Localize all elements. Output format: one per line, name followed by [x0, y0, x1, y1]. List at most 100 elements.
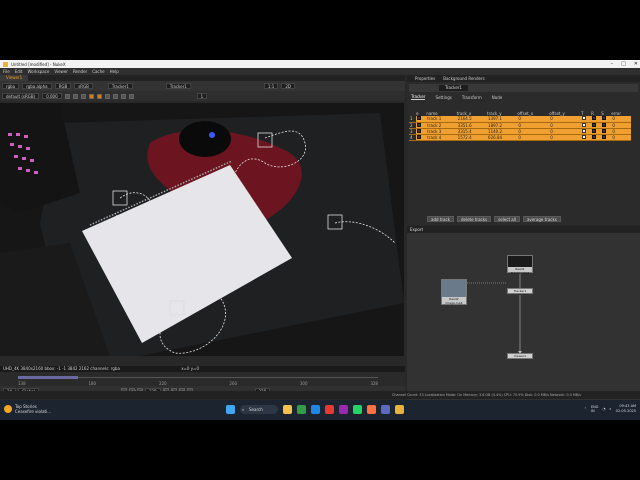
table-row[interactable]: 4 track 4 1572.4 626.84 0 0 0	[409, 134, 631, 141]
viewer1-node[interactable]: Viewer1	[507, 353, 533, 359]
rotate-checkbox[interactable]	[591, 134, 602, 141]
close-button[interactable]: ✕	[634, 61, 638, 67]
clock[interactable]: 09:43 AM 02-05-2025	[616, 404, 636, 414]
tab-node[interactable]: Node	[492, 95, 502, 100]
menu-bar: File Edit Workspace Viewer Render Cache …	[0, 68, 640, 75]
browser-icon[interactable]	[297, 405, 306, 414]
add-track-button[interactable]: add track	[427, 216, 454, 222]
offset-y[interactable]: 0	[549, 134, 581, 141]
track-forward-button[interactable]	[88, 93, 94, 99]
nuke-taskbar-icon[interactable]	[395, 405, 404, 414]
enable-checkbox[interactable]	[416, 134, 427, 141]
view-mode-dropdown[interactable]: 2D	[281, 83, 295, 89]
properties-panel: Properties Background Renders Tracker1 T…	[407, 75, 640, 225]
minimize-button[interactable]: –	[611, 61, 614, 67]
windows-start-icon[interactable]	[226, 405, 235, 414]
whatsapp-icon[interactable]	[353, 405, 362, 414]
taskbar-apps: Search	[226, 405, 404, 414]
read1-node[interactable]: Read1 Tracker.mp4	[507, 255, 533, 275]
toggle-button[interactable]	[112, 93, 118, 99]
toggle-button[interactable]	[128, 93, 134, 99]
toggle-button[interactable]	[120, 93, 126, 99]
chrome-icon[interactable]	[325, 405, 334, 414]
windows-taskbar: Top Stories Ceasefire violati... Search …	[0, 400, 640, 420]
node-name-field[interactable]: Tracker1	[439, 85, 468, 91]
taskbar-search[interactable]: Search	[240, 405, 278, 414]
node-label: Viewer1	[513, 354, 527, 358]
tracks-table: e name track_x track_y offset_x offset_y…	[409, 110, 631, 141]
toggle-button[interactable]	[64, 93, 70, 99]
app-icon[interactable]	[339, 405, 348, 414]
news-widget[interactable]: Top Stories Ceasefire violati...	[4, 404, 51, 414]
tracker1-node[interactable]: Tracker1	[507, 288, 533, 294]
file-explorer-icon[interactable]	[283, 405, 292, 414]
tracker-buttons: add track delete tracks select all avera…	[427, 216, 561, 222]
select-all-button[interactable]: select all	[494, 216, 520, 222]
properties-tabs: Properties Background Renders	[407, 75, 640, 82]
menu-cache[interactable]: Cache	[92, 69, 104, 74]
menu-file[interactable]: File	[3, 69, 10, 74]
scale-checkbox[interactable]	[601, 134, 612, 141]
tab-settings[interactable]: Settings	[435, 95, 451, 100]
offset-x[interactable]: 0	[517, 134, 550, 141]
wifi-icon[interactable]: ◔	[602, 407, 605, 411]
status-bar: Channel Count: 33 Localization Mode: On …	[0, 391, 640, 399]
delete-tracks-button[interactable]: delete tracks	[456, 216, 492, 222]
menu-workspace[interactable]: Workspace	[27, 69, 49, 74]
toggle-button[interactable]	[80, 93, 86, 99]
read1-thumbnail	[508, 256, 532, 268]
channels-dropdown[interactable]: rgba	[2, 83, 20, 89]
lut-dropdown[interactable]: default (sRGB)	[2, 93, 40, 99]
timeline-playhead[interactable]	[18, 376, 78, 379]
proxy-dropdown[interactable]: sRGB	[74, 83, 93, 89]
node-label: Tracker1	[513, 289, 527, 293]
alpha-dropdown[interactable]: rgba.alpha	[22, 83, 52, 89]
volume-icon[interactable]: 🔈︎	[610, 407, 612, 411]
viewer-canvas[interactable]	[0, 103, 404, 356]
tab-transform[interactable]: Transform	[462, 95, 482, 100]
track-x[interactable]: 1572.4	[456, 134, 488, 141]
clock-date: 02-05-2025	[615, 409, 636, 413]
node-graph-header: Export	[407, 226, 640, 233]
window-titlebar: Untitled [modified] - NukeX – □ ✕	[0, 60, 640, 68]
viewer-image	[0, 103, 404, 356]
node-graph-title: Export	[410, 227, 424, 232]
edge-icon[interactable]	[311, 405, 320, 414]
toggle-button[interactable]	[104, 93, 110, 99]
system-tray: ⌃ ENG IN ◔ 🔈︎ 09:43 AM 02-05-2025	[584, 404, 636, 414]
average-tracks-button[interactable]: average tracks	[522, 216, 561, 222]
chevron-up-icon[interactable]: ⌃	[584, 407, 587, 411]
read2-node[interactable]: Read2 image.mp4	[441, 279, 467, 305]
input-b-dropdown[interactable]: Tracker1	[165, 83, 191, 89]
translate-checkbox[interactable]	[580, 134, 592, 141]
track-y[interactable]: 626.84	[487, 134, 518, 141]
tab-properties[interactable]: Properties	[415, 76, 435, 81]
weather-icon	[4, 405, 12, 413]
maximize-button[interactable]: □	[621, 61, 626, 67]
desktop-screen: Untitled [modified] - NukeX – □ ✕ File E…	[0, 60, 640, 420]
menu-render[interactable]: Render	[73, 69, 87, 74]
gamma-field[interactable]: 0.000	[42, 93, 62, 99]
value-field[interactable]: 1	[196, 93, 208, 99]
read2-thumbnail	[442, 280, 466, 297]
nuke-app-icon	[3, 61, 8, 67]
track-name[interactable]: track 4	[426, 134, 457, 141]
menu-viewer[interactable]: Viewer	[54, 69, 68, 74]
input-a-dropdown[interactable]: Tracker1	[107, 83, 133, 89]
status-text: Channel Count: 33 Localization Mode: On …	[392, 393, 581, 397]
input-language[interactable]: ENG IN	[591, 405, 599, 413]
app-icon[interactable]	[367, 405, 376, 414]
tab-tracker[interactable]: Tracker	[411, 94, 426, 100]
window-title: Untitled [modified] - NukeX	[11, 61, 66, 67]
timeline[interactable]: 138 180 220 260 300 328	[0, 372, 405, 386]
zoom-dropdown[interactable]: 1:1	[263, 83, 279, 89]
tab-background-renders[interactable]: Background Renders	[443, 76, 484, 81]
toggle-button[interactable]	[72, 93, 78, 99]
node-subtabs: Tracker Settings Transform Node	[407, 94, 640, 100]
track-backward-button[interactable]	[96, 93, 102, 99]
colorspace-dropdown[interactable]: RGB	[54, 83, 72, 89]
menu-help[interactable]: Help	[110, 69, 119, 74]
menu-edit[interactable]: Edit	[15, 69, 23, 74]
viewer-toolbar-top: rgba rgba.alpha RGB sRGB Tracker1 Tracke…	[0, 81, 405, 91]
app-icon[interactable]	[381, 405, 390, 414]
